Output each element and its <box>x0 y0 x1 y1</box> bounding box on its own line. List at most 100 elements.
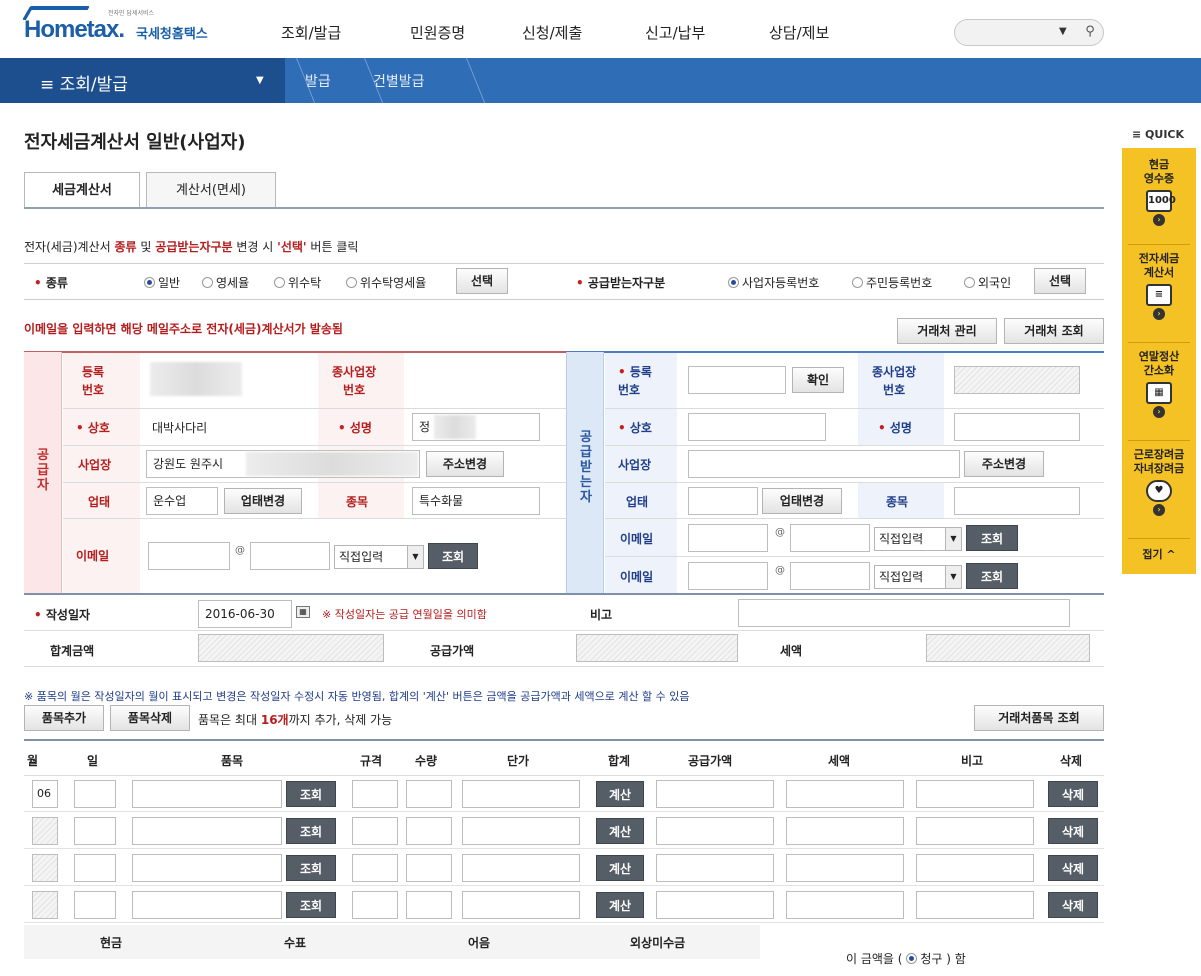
quick-year-end[interactable]: 연말정산 간소화 ▦ › <box>1122 350 1196 418</box>
recipient-ceo-field[interactable] <box>954 413 1080 441</box>
quantity-field[interactable] <box>406 817 452 845</box>
item-lookup-button[interactable]: 조회 <box>286 818 336 844</box>
recipient-confirm-button[interactable]: 확인 <box>792 367 844 393</box>
month-field[interactable]: 06 <box>32 780 58 808</box>
radio-icon[interactable] <box>906 953 918 964</box>
unit-price-field[interactable] <box>462 854 580 882</box>
quick-incentive[interactable]: 근로장려금 자녀장려금 ♥ › <box>1122 448 1196 516</box>
item-name-field[interactable] <box>132 891 282 919</box>
supplier-email-lookup-button[interactable]: 조회 <box>428 543 478 569</box>
quantity-field[interactable] <box>406 854 452 882</box>
row-delete-button[interactable]: 삭제 <box>1048 818 1098 844</box>
search-icon[interactable]: ⚲ <box>1081 24 1099 42</box>
item-name-field[interactable] <box>132 780 282 808</box>
recipient-email-id[interactable] <box>688 524 768 552</box>
nav-report-pay[interactable]: 신고/납부 <box>645 22 705 43</box>
item-lookup-button[interactable]: 조회 <box>286 781 336 807</box>
remark-field[interactable] <box>738 599 1070 627</box>
kind-select-button[interactable]: 선택 <box>456 268 508 294</box>
recipient-item-field[interactable] <box>954 487 1080 515</box>
partner-item-lookup-button[interactable]: 거래처품목 조회 <box>974 705 1104 731</box>
recipient-email2-id[interactable] <box>688 562 768 590</box>
recipient-addr-field[interactable] <box>688 450 960 478</box>
tax-field[interactable] <box>786 891 904 919</box>
supplier-biz-field[interactable]: 운수업 <box>146 487 218 515</box>
delete-item-button[interactable]: 품목삭제 <box>110 705 190 731</box>
menu-title[interactable]: ≡ 조회/발급 <box>40 70 128 95</box>
calc-button[interactable]: 계산 <box>596 855 644 881</box>
item-lookup-button[interactable]: 조회 <box>286 892 336 918</box>
add-item-button[interactable]: 품목추가 <box>24 705 104 731</box>
recipient-biz-field[interactable] <box>688 487 758 515</box>
item-lookup-button[interactable]: 조회 <box>286 855 336 881</box>
partner-lookup-button[interactable]: 거래처 조회 <box>1004 318 1104 344</box>
tab-tax-invoice[interactable]: 세금계산서 <box>24 172 140 208</box>
search-input[interactable]: ▼ ⚲ <box>954 19 1104 46</box>
supply-price-field[interactable] <box>656 817 774 845</box>
hometax-logo[interactable]: 전자민 답세서비스 Hometax. 국세청홈택스 <box>21 6 234 50</box>
spec-field[interactable] <box>352 817 398 845</box>
kind-option-general[interactable]: 일반 <box>144 274 180 291</box>
recipient-email2-lookup-button[interactable]: 조회 <box>966 563 1018 589</box>
supplier-email-select[interactable]: 직접입력 ▼ <box>334 545 424 569</box>
calc-button[interactable]: 계산 <box>596 781 644 807</box>
row-delete-button[interactable]: 삭제 <box>1048 781 1098 807</box>
recipient-option-resident[interactable]: 주민등록번호 <box>852 274 932 291</box>
spec-field[interactable] <box>352 780 398 808</box>
remark-field[interactable] <box>916 891 1034 919</box>
recipient-email-lookup-button[interactable]: 조회 <box>966 525 1018 551</box>
dropdown-arrow-icon[interactable]: ▼ <box>1059 26 1067 37</box>
recipient-option-foreigner[interactable]: 외국인 <box>964 274 1011 291</box>
supply-price-field[interactable] <box>656 780 774 808</box>
unit-price-field[interactable] <box>462 891 580 919</box>
nav-lookup-issue[interactable]: 조회/발급 <box>281 22 341 43</box>
recipient-name-field[interactable] <box>688 413 826 441</box>
nav-apply-submit[interactable]: 신청/제출 <box>522 22 582 43</box>
breadcrumb-single-issue[interactable]: 건별발급 <box>373 71 425 91</box>
tax-field[interactable] <box>786 854 904 882</box>
recipient-email-select[interactable]: 직접입력 ▼ <box>874 527 962 551</box>
recipient-select-button[interactable]: 선택 <box>1034 268 1086 294</box>
calc-button[interactable]: 계산 <box>596 818 644 844</box>
nav-certificate[interactable]: 민원증명 <box>410 22 465 43</box>
partner-manage-button[interactable]: 거래처 관리 <box>897 318 997 344</box>
day-field[interactable] <box>74 854 116 882</box>
recipient-email2-select[interactable]: 직접입력 ▼ <box>874 565 962 589</box>
calendar-icon[interactable]: ▦ <box>296 606 310 618</box>
spec-field[interactable] <box>352 891 398 919</box>
supplier-ceo-field[interactable]: 정 <box>412 413 540 441</box>
quick-cash-receipt[interactable]: 현금 영수증 1000 › <box>1122 158 1196 226</box>
chevron-down-icon[interactable]: ▼ <box>256 75 264 86</box>
tab-invoice-exempt[interactable]: 계산서(면세) <box>146 172 276 208</box>
supplier-biz-change-button[interactable]: 업태변경 <box>224 488 302 514</box>
remark-field[interactable] <box>916 780 1034 808</box>
day-field[interactable] <box>74 817 116 845</box>
quantity-field[interactable] <box>406 780 452 808</box>
supply-price-field[interactable] <box>656 854 774 882</box>
write-date-field[interactable]: 2016-06-30 <box>198 600 292 628</box>
supplier-email-domain[interactable] <box>250 542 330 570</box>
supplier-item-field[interactable]: 특수화물 <box>412 487 540 515</box>
breadcrumb-issue[interactable]: 발급 <box>305 71 331 91</box>
item-name-field[interactable] <box>132 817 282 845</box>
supplier-addr-change-button[interactable]: 주소변경 <box>426 451 504 477</box>
day-field[interactable] <box>74 891 116 919</box>
item-name-field[interactable] <box>132 854 282 882</box>
recipient-addr-change-button[interactable]: 주소변경 <box>964 451 1044 477</box>
quick-e-invoice[interactable]: 전자세금 계산서 ≡ › <box>1122 252 1196 320</box>
day-field[interactable] <box>74 780 116 808</box>
recipient-reg-field[interactable] <box>688 366 786 394</box>
spec-field[interactable] <box>352 854 398 882</box>
quantity-field[interactable] <box>406 891 452 919</box>
supply-price-field[interactable] <box>656 891 774 919</box>
tax-field[interactable] <box>786 817 904 845</box>
recipient-biz-change-button[interactable]: 업태변경 <box>762 488 842 514</box>
unit-price-field[interactable] <box>462 780 580 808</box>
remark-field[interactable] <box>916 854 1034 882</box>
calc-button[interactable]: 계산 <box>596 892 644 918</box>
kind-option-consign[interactable]: 위수탁 <box>274 274 321 291</box>
row-delete-button[interactable]: 삭제 <box>1048 892 1098 918</box>
recipient-email-domain[interactable] <box>790 524 870 552</box>
recipient-email2-domain[interactable] <box>790 562 870 590</box>
supplier-email-id[interactable] <box>148 542 230 570</box>
